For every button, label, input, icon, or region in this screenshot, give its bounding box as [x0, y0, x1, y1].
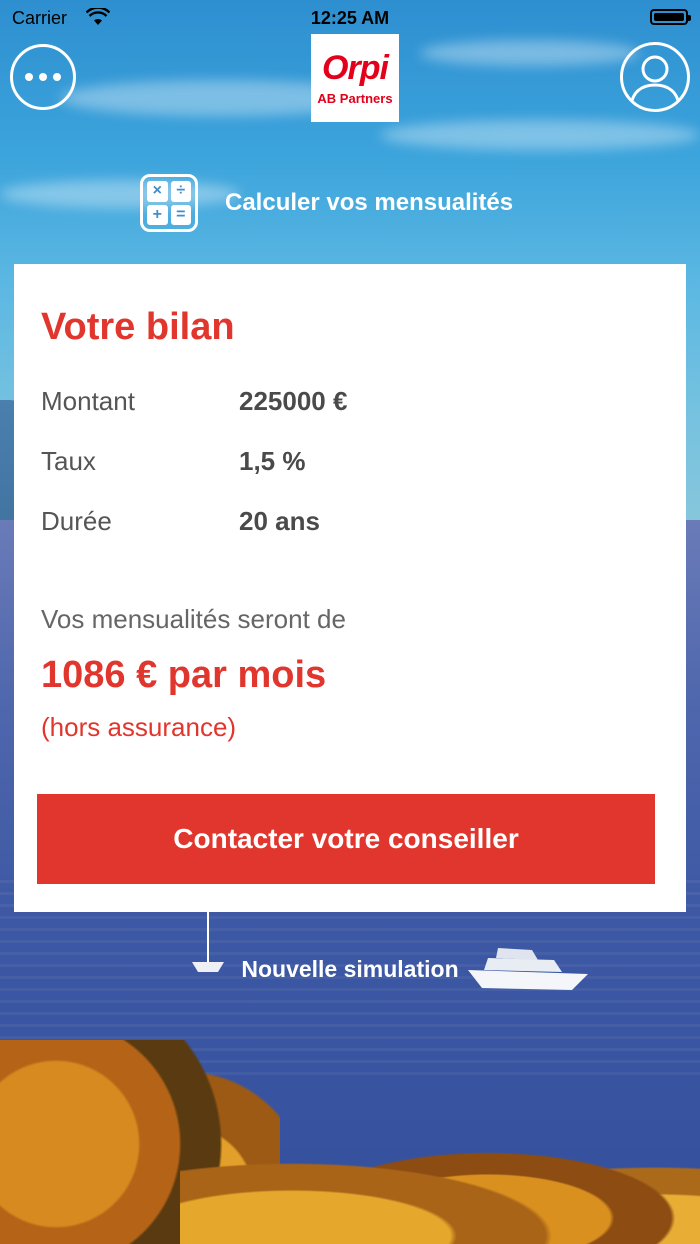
row-label: Durée: [41, 506, 112, 536]
summary-card: Votre bilan Montant 225000 € Taux 1,5 % …: [14, 264, 686, 912]
more-menu-button[interactable]: [10, 44, 76, 110]
clock: 12:25 AM: [310, 8, 390, 28]
battery-icon: [650, 9, 691, 25]
monthly-payment: 1086 € par mois: [41, 654, 327, 696]
cloud: [380, 120, 700, 150]
logo-agency-name: AB Partners: [317, 90, 393, 106]
calculator-title: Calculer vos mensualités: [225, 189, 514, 216]
trees: [180, 1110, 700, 1244]
more-icon-dot: [53, 73, 61, 81]
row-value: 225000 €: [239, 386, 348, 416]
user-icon: [629, 55, 681, 109]
contact-advisor-button[interactable]: Contacter votre conseiller: [37, 794, 655, 884]
new-simulation-link[interactable]: Nouvelle simulation: [0, 956, 700, 983]
card-title: Votre bilan: [41, 306, 235, 348]
cloud: [420, 40, 640, 66]
calculator-key: ÷: [170, 181, 191, 202]
profile-button[interactable]: [620, 42, 690, 112]
calculator-header: × ÷ + = Calculer vos mensualités: [140, 172, 513, 234]
row-label: Taux: [41, 446, 96, 476]
orpi-logo: Orpi AB Partners: [311, 34, 399, 122]
insurance-note: (hors assurance): [41, 712, 237, 742]
calculator-key: +: [147, 204, 168, 225]
logo-wordmark: Orpi: [322, 48, 389, 87]
more-icon-dot: [39, 73, 47, 81]
calculator-key: =: [170, 204, 191, 225]
more-icon-dot: [25, 73, 33, 81]
row-label: Montant: [41, 386, 135, 416]
status-bar: Carrier 12:25 AM: [0, 0, 700, 36]
row-value: 1,5 %: [239, 446, 306, 476]
result-intro: Vos mensualités seront de: [41, 604, 346, 634]
row-value: 20 ans: [239, 506, 320, 536]
calculator-icon: × ÷ + =: [140, 174, 198, 232]
calculator-key: ×: [147, 181, 168, 202]
